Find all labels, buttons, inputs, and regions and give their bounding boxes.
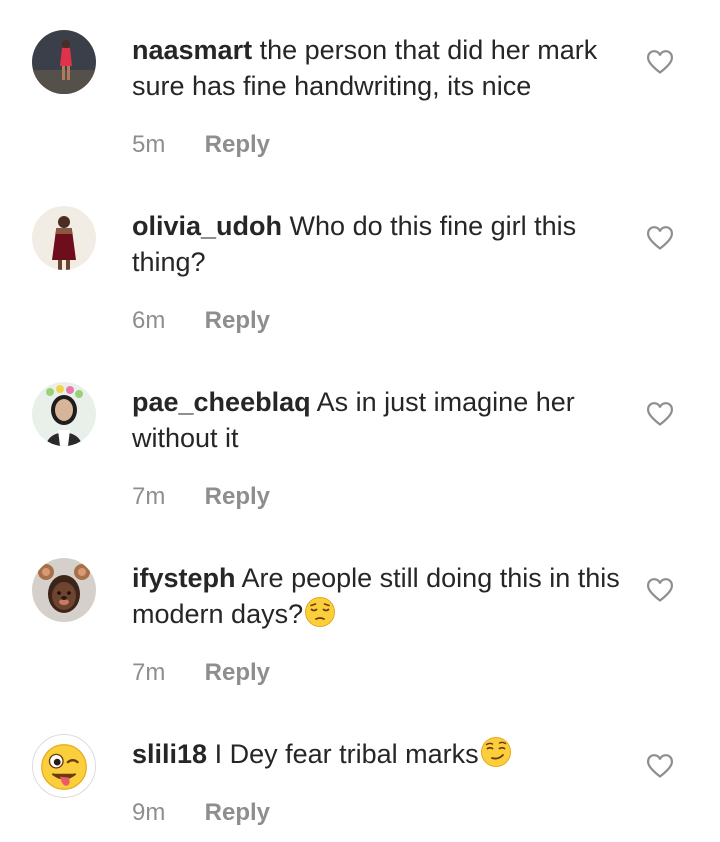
pensive-face-emoji	[304, 596, 336, 637]
comment-time: 9m	[132, 799, 166, 826]
heart-icon[interactable]	[646, 401, 674, 427]
reply-button[interactable]: Reply	[205, 659, 270, 686]
comment-text-block: slili18 I Dey fear tribal marks	[132, 736, 632, 777]
comment-username[interactable]: ifysteph	[132, 563, 236, 593]
avatar[interactable]	[32, 558, 96, 622]
comment-username[interactable]: slili18	[132, 739, 207, 769]
comment-meta: 7m Reply	[132, 658, 270, 688]
comment-time: 7m	[132, 659, 166, 686]
comment-time: 5m	[132, 131, 166, 158]
avatar[interactable]	[32, 382, 96, 446]
comment-text-block: ifysteph Are people still doing this in …	[132, 560, 632, 637]
avatar[interactable]	[32, 734, 96, 798]
comment-time: 7m	[132, 483, 166, 510]
comment-meta: 6m Reply	[132, 306, 270, 336]
heart-icon[interactable]	[646, 225, 674, 251]
reply-button[interactable]: Reply	[205, 483, 270, 510]
heart-icon[interactable]	[646, 753, 674, 779]
reply-button[interactable]: Reply	[205, 131, 270, 158]
heart-icon[interactable]	[646, 49, 674, 75]
comment-text: I Dey fear tribal marks	[214, 739, 479, 769]
comment-username[interactable]: olivia_udoh	[132, 211, 282, 241]
comment-username[interactable]: naasmart	[132, 35, 252, 65]
comment-text-block: naasmart the person that did her mark su…	[132, 32, 632, 104]
smirking-face-emoji	[480, 736, 512, 777]
reply-button[interactable]: Reply	[205, 799, 270, 826]
comment-username[interactable]: pae_cheeblaq	[132, 387, 311, 417]
reply-button[interactable]: Reply	[205, 307, 270, 334]
comment-meta: 7m Reply	[132, 482, 270, 512]
avatar[interactable]	[32, 206, 96, 270]
comment-text-block: pae_cheeblaq As in just imagine her with…	[132, 384, 632, 456]
comment-meta: 9m Reply	[132, 798, 270, 828]
avatar[interactable]	[32, 30, 96, 94]
comment-text-block: olivia_udoh Who do this fine girl this t…	[132, 208, 632, 280]
comment-meta: 5m Reply	[132, 130, 270, 160]
heart-icon[interactable]	[646, 577, 674, 603]
comment-time: 6m	[132, 307, 166, 334]
